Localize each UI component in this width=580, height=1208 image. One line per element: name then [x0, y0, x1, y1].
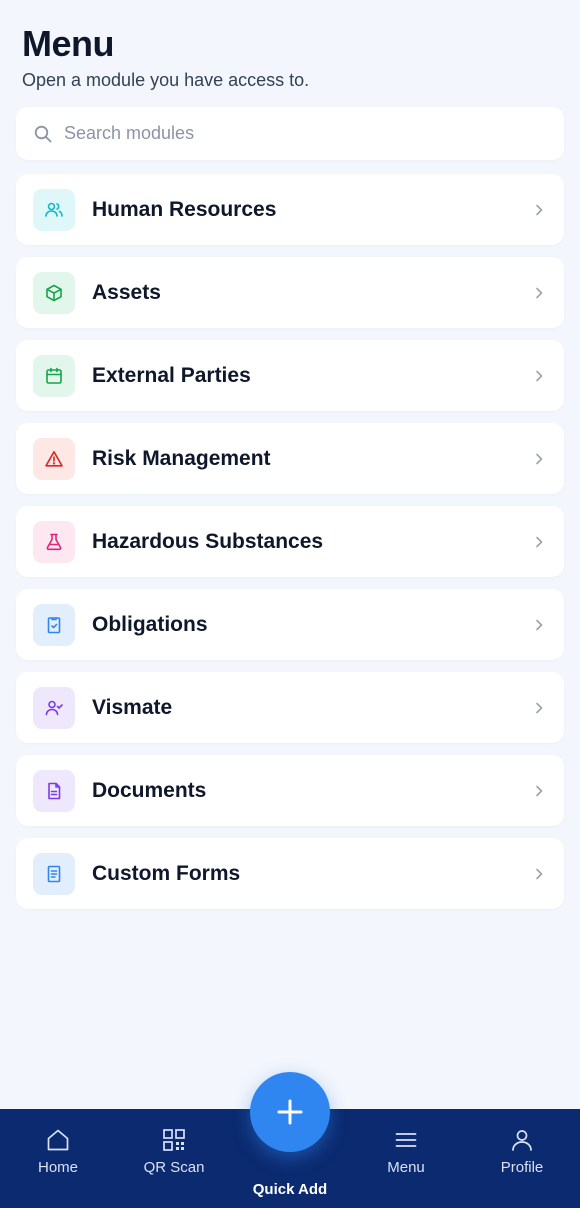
- nav-home[interactable]: Home: [13, 1127, 103, 1176]
- box-icon: [33, 271, 75, 314]
- chevron-right-icon: [532, 701, 546, 715]
- module-obligations[interactable]: Obligations: [16, 589, 564, 660]
- menu-screen: Menu Open a module you have access to. H…: [0, 0, 580, 1208]
- quick-add-label: Quick Add: [252, 1181, 328, 1198]
- module-human-resources[interactable]: Human Resources: [16, 174, 564, 245]
- module-label: Risk Management: [92, 446, 271, 470]
- nav-menu[interactable]: Menu: [361, 1127, 451, 1176]
- chevron-right-icon: [532, 286, 546, 300]
- search-input[interactable]: [64, 123, 544, 144]
- chevron-right-icon: [532, 535, 546, 549]
- quick-add-button[interactable]: [250, 1072, 330, 1152]
- page-subtitle: Open a module you have access to.: [22, 70, 310, 90]
- user-icon: [509, 1127, 535, 1153]
- module-external-parties[interactable]: External Parties: [16, 340, 564, 411]
- chevron-right-icon: [532, 369, 546, 383]
- user-check-icon: [33, 686, 75, 729]
- module-label: Hazardous Substances: [92, 529, 324, 553]
- module-list: Human Resources Assets External Parties …: [16, 174, 564, 921]
- module-risk-management[interactable]: Risk Management: [16, 423, 564, 494]
- calendar-icon: [33, 354, 75, 397]
- home-icon: [45, 1127, 71, 1153]
- module-custom-forms[interactable]: Custom Forms: [16, 838, 564, 909]
- chevron-right-icon: [532, 203, 546, 217]
- document-icon: [33, 769, 75, 812]
- chevron-right-icon: [532, 784, 546, 798]
- chevron-right-icon: [532, 867, 546, 881]
- module-hazardous-substances[interactable]: Hazardous Substances: [16, 506, 564, 577]
- users-icon: [33, 188, 75, 231]
- nav-label: QR Scan: [143, 1159, 205, 1176]
- chevron-right-icon: [532, 452, 546, 466]
- warning-icon: [33, 437, 75, 480]
- module-label: Human Resources: [92, 197, 277, 221]
- module-label: Documents: [92, 778, 207, 802]
- clipboard-check-icon: [33, 603, 75, 646]
- module-label: External Parties: [92, 363, 251, 387]
- module-assets[interactable]: Assets: [16, 257, 564, 328]
- module-label: Obligations: [92, 612, 208, 636]
- module-label: Assets: [92, 280, 161, 304]
- nav-label: Profile: [500, 1159, 544, 1176]
- nav-label: Menu: [387, 1159, 425, 1176]
- plus-icon: [275, 1097, 305, 1127]
- module-documents[interactable]: Documents: [16, 755, 564, 826]
- module-vismate[interactable]: Vismate: [16, 672, 564, 743]
- chevron-right-icon: [532, 618, 546, 632]
- module-label: Vismate: [92, 695, 173, 719]
- nav-profile[interactable]: Profile: [477, 1127, 567, 1176]
- module-label: Custom Forms: [92, 861, 241, 885]
- nav-label: Home: [37, 1159, 78, 1176]
- form-icon: [33, 852, 75, 895]
- nav-qr-scan[interactable]: QR Scan: [129, 1127, 219, 1176]
- qr-code-icon: [161, 1127, 187, 1153]
- header: Menu Open a module you have access to.: [22, 22, 309, 92]
- page-title: Menu: [22, 23, 115, 64]
- flask-icon: [33, 520, 75, 563]
- hamburger-icon: [393, 1127, 419, 1153]
- search-bar[interactable]: [16, 107, 564, 160]
- search-icon: [34, 125, 52, 143]
